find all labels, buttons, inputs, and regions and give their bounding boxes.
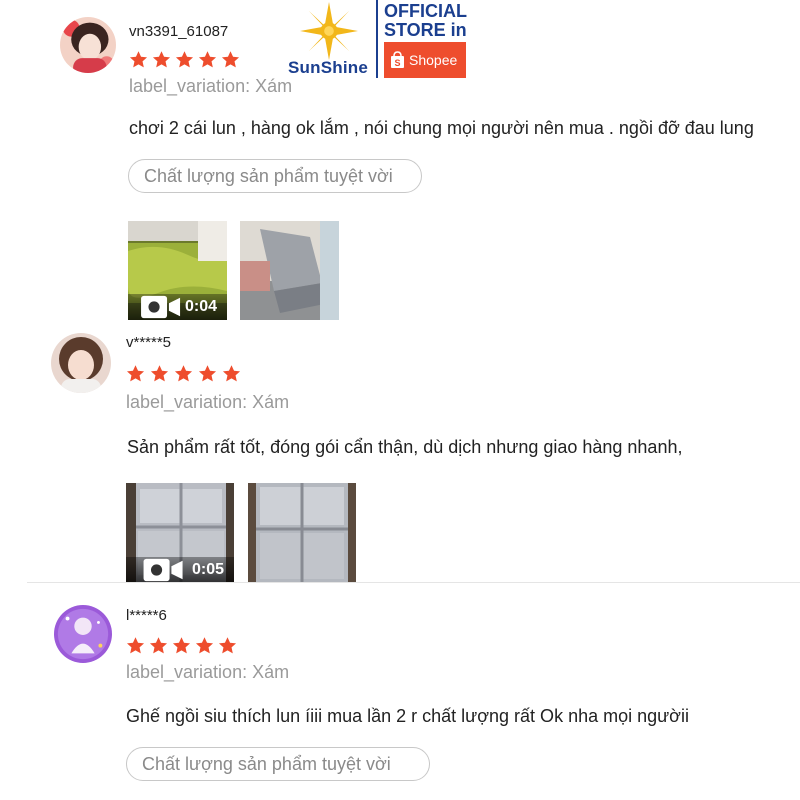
video-duration: 0:05: [191, 561, 224, 578]
review-comment: chơi 2 cái lun , hàng ok lắm , nói chung…: [129, 118, 754, 138]
star-icon: [129, 51, 148, 68]
star-icon: [218, 637, 237, 654]
variation-label: label_variation: Xám: [126, 392, 290, 412]
review-video-thumbnail[interactable]: 0:05: [126, 483, 234, 583]
user-avatar[interactable]: [60, 17, 116, 73]
star-icon: [174, 365, 193, 382]
review-video-thumbnail[interactable]: 0:04: [128, 221, 227, 320]
shopee-badge: S Shopee: [384, 42, 466, 78]
star-icon: [198, 365, 217, 382]
username: vn3391_61087: [129, 23, 229, 40]
review-comment: Ghế ngồi siu thích lun íiii mua lần 2 r …: [126, 706, 689, 726]
video-camera-icon: [143, 558, 183, 582]
star-icon: [152, 51, 171, 68]
user-avatar[interactable]: [51, 333, 111, 393]
star-icon: [126, 365, 145, 382]
star-icon: [198, 51, 217, 68]
video-overlay: 0:04: [128, 294, 227, 320]
star-icon: [172, 637, 191, 654]
review-tag[interactable]: Chất lượng sản phẩm tuyệt vời: [128, 159, 422, 193]
video-overlay: 0:05: [126, 557, 234, 583]
sun-icon: [300, 2, 358, 60]
review-item: v*****5 label_variation: Xám Sản phẩm rấ…: [0, 325, 800, 583]
user-avatar[interactable]: [54, 605, 112, 663]
logo-divider: [376, 0, 378, 78]
star-icon: [221, 51, 240, 68]
review-item: l*****6 label_variation: Xám Ghế ngồi si…: [0, 583, 800, 800]
star-icon: [150, 365, 169, 382]
star-icon: [126, 637, 145, 654]
shopee-bag-icon: S: [391, 51, 404, 68]
star-icon: [175, 51, 194, 68]
rating-stars: [129, 50, 240, 69]
official-store-label: OFFICIAL STORE in: [384, 2, 467, 40]
official-line-1: OFFICIAL: [384, 1, 467, 21]
username: l*****6: [126, 607, 167, 624]
store-logo: SunShine OFFICIAL STORE in S Shopee: [286, 0, 471, 80]
video-camera-icon: [141, 295, 181, 319]
variation-label: label_variation: Xám: [129, 76, 293, 96]
review-image-thumbnail[interactable]: [248, 483, 356, 583]
star-icon: [149, 637, 168, 654]
video-duration: 0:04: [184, 298, 217, 315]
rating-stars: [126, 636, 237, 655]
shopee-label: Shopee: [409, 52, 458, 68]
variation-label: label_variation: Xám: [126, 662, 290, 682]
review-image-thumbnail[interactable]: [240, 221, 339, 320]
svg-text:S: S: [394, 58, 400, 68]
review-tag[interactable]: Chất lượng sản phẩm tuyệt vời: [126, 747, 430, 781]
official-line-2: STORE in: [384, 20, 467, 40]
username: v*****5: [126, 334, 172, 351]
rating-stars: [126, 364, 241, 383]
star-icon: [195, 637, 214, 654]
brand-name: SunShine: [288, 58, 368, 77]
star-icon: [222, 365, 241, 382]
review-comment: Sản phẩm rất tốt, đóng gói cẩn thận, dù …: [127, 437, 683, 457]
